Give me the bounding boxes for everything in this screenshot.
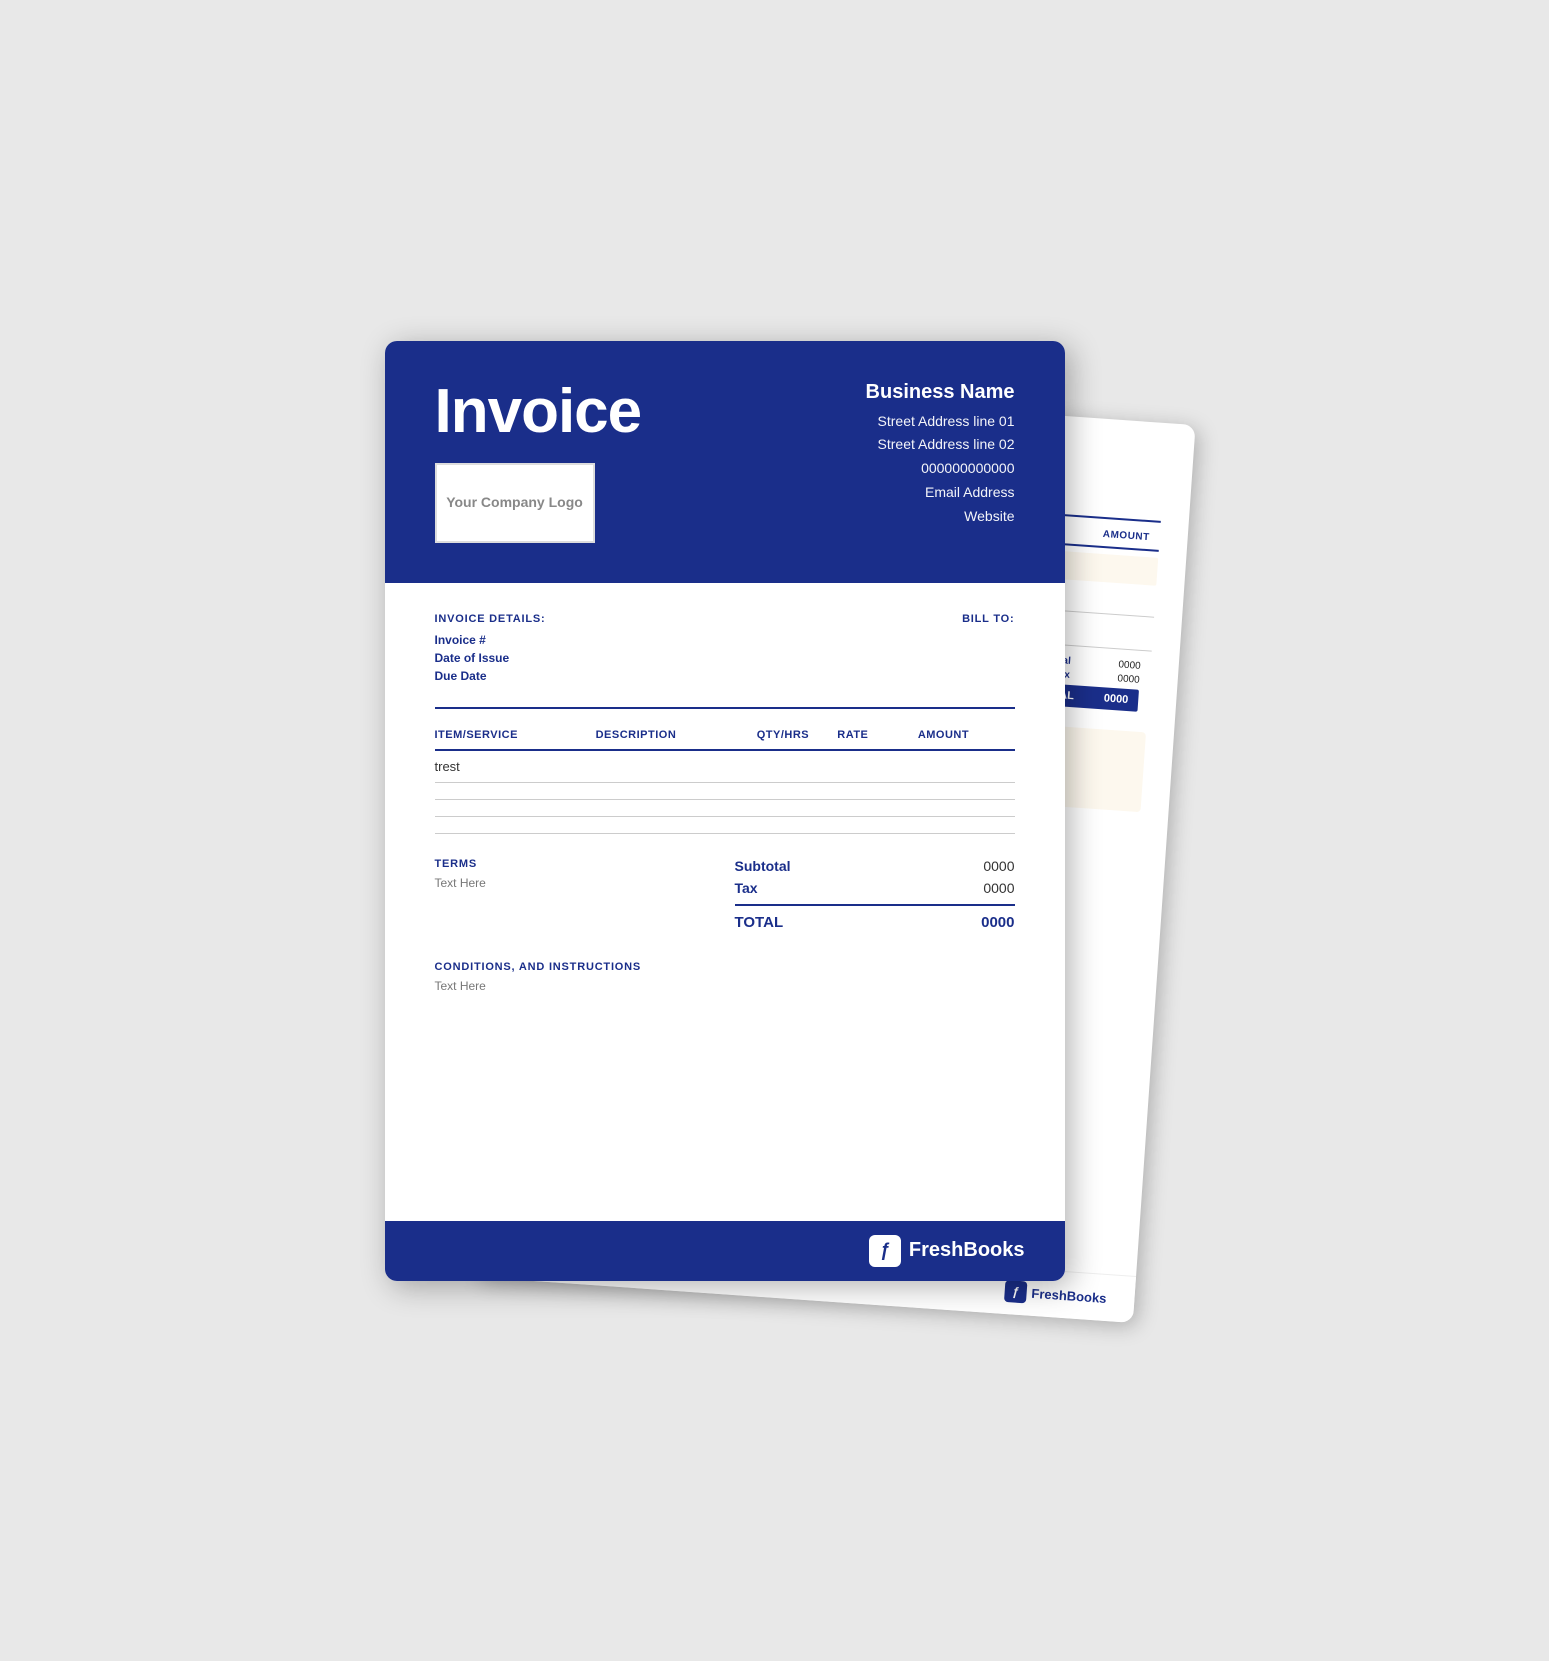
conditions-label: CONDITIONS, AND INSTRUCTIONS: [435, 961, 1015, 973]
fb-icon: ƒ: [869, 1235, 901, 1267]
bill-to-label: BILL TO:: [962, 613, 1014, 625]
due-date-label: Due Date: [435, 669, 546, 683]
company-logo-box: Your Company Logo: [435, 463, 595, 543]
back-brand-name: FreshBooks: [1030, 1285, 1106, 1305]
logo-placeholder-text: Your Company Logo: [446, 493, 583, 511]
address-line2: Street Address line 02: [866, 433, 1015, 457]
conditions-text: Text Here: [435, 979, 1015, 993]
back-freshbooks-logo: ƒ FreshBooks: [1003, 1279, 1106, 1308]
invoice-details-section: INVOICE DETAILS: Invoice # Date of Issue…: [435, 613, 1015, 687]
totals-terms-section: TERMS Text Here Subtotal 0000 Tax 0000 T…: [435, 858, 1015, 931]
terms-text: Text Here: [435, 876, 735, 890]
header-left: Invoice Your Company Logo: [435, 381, 642, 543]
invoice-scene: INVOICE DETAILS: Invoice # 0000 Date of …: [385, 341, 1165, 1321]
back-subtotal-value: 0000: [1100, 658, 1141, 672]
tax-value: 0000: [983, 880, 1014, 896]
header-rate: RATE: [837, 729, 918, 741]
tax-label: Tax: [735, 880, 758, 896]
brand-name: FreshBooks: [909, 1239, 1025, 1262]
invoice-number-label: Invoice #: [435, 633, 546, 647]
subtotal-value: 0000: [983, 858, 1014, 874]
website: Website: [866, 505, 1015, 529]
front-header: Invoice Your Company Logo Business Name …: [385, 341, 1065, 583]
total-label: TOTAL: [735, 914, 784, 931]
business-info: Street Address line 01 Street Address li…: [866, 410, 1015, 529]
address-line1: Street Address line 01: [866, 410, 1015, 434]
front-body: INVOICE DETAILS: Invoice # Date of Issue…: [385, 583, 1065, 1023]
invoice-details-label: INVOICE DETAILS:: [435, 613, 546, 625]
business-name: Business Name: [866, 381, 1015, 404]
total-value: 0000: [981, 914, 1014, 931]
tax-row: Tax 0000: [735, 880, 1015, 896]
back-header-amount: AMOUNT: [1102, 528, 1150, 542]
phone: 000000000000: [866, 457, 1015, 481]
terms-label: TERMS: [435, 858, 735, 870]
header-amount: AMOUNT: [918, 729, 1015, 741]
item-1-name: trest: [435, 759, 596, 774]
items-header: ITEM/SERVICE DESCRIPTION QTY/HRS RATE AM…: [435, 729, 1015, 751]
date-of-issue-label: Date of Issue: [435, 651, 546, 665]
header-description: DESCRIPTION: [596, 729, 757, 741]
subtotal-row: Subtotal 0000: [735, 858, 1015, 874]
items-table: ITEM/SERVICE DESCRIPTION QTY/HRS RATE AM…: [435, 729, 1015, 834]
header-item-service: ITEM/SERVICE: [435, 729, 596, 741]
back-total-value: 0000: [1103, 692, 1128, 706]
email: Email Address: [866, 481, 1015, 505]
freshbooks-logo: ƒ FreshBooks: [869, 1235, 1025, 1267]
section-divider: [435, 707, 1015, 709]
item-row-2: [435, 783, 1015, 800]
item-row-1: trest: [435, 751, 1015, 783]
totals-section: Subtotal 0000 Tax 0000 TOTAL 0000: [735, 858, 1015, 931]
back-tax-value: 0000: [1099, 672, 1140, 686]
invoice-title: Invoice: [435, 381, 642, 443]
front-footer: ƒ FreshBooks: [385, 1221, 1065, 1281]
header-qty-hrs: QTY/HRS: [757, 729, 838, 741]
header-right: Business Name Street Address line 01 Str…: [866, 381, 1015, 529]
subtotal-label: Subtotal: [735, 858, 791, 874]
item-row-4: [435, 817, 1015, 834]
total-divider: [735, 904, 1015, 906]
invoice-details-left: INVOICE DETAILS: Invoice # Date of Issue…: [435, 613, 546, 687]
invoice-front: Invoice Your Company Logo Business Name …: [385, 341, 1065, 1281]
terms-section: TERMS Text Here: [435, 858, 735, 890]
item-row-3: [435, 800, 1015, 817]
conditions-section: CONDITIONS, AND INSTRUCTIONS Text Here: [435, 961, 1015, 993]
back-fb-icon: ƒ: [1003, 1279, 1026, 1302]
grand-total-row: TOTAL 0000: [735, 914, 1015, 931]
bill-to-section: BILL TO:: [962, 613, 1014, 687]
